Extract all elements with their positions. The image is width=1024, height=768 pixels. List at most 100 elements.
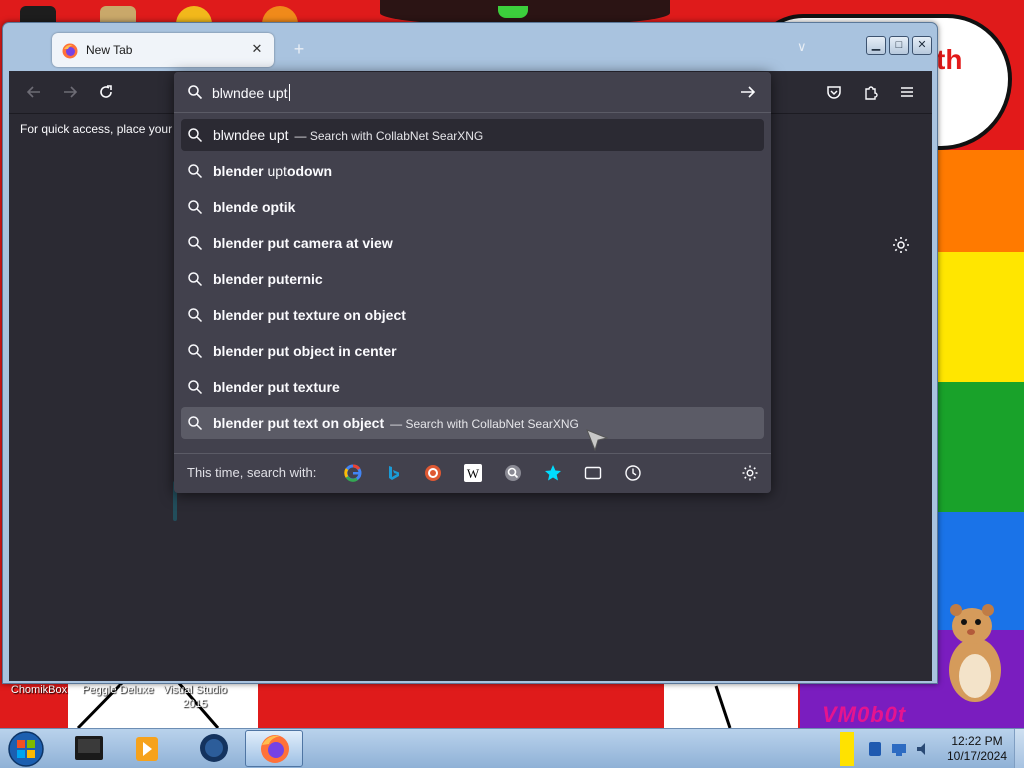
- tab-new-tab[interactable]: New Tab ✕: [52, 33, 274, 67]
- browser-chrome: For quick access, place your b blwndee u…: [9, 71, 932, 681]
- result-suggestion-bold: blende optik: [213, 199, 296, 215]
- search-icon: [188, 416, 203, 431]
- gear-icon[interactable]: [891, 235, 911, 255]
- search-icon: [188, 164, 203, 179]
- history-icon[interactable]: [624, 464, 642, 482]
- pocket-icon: [827, 86, 841, 99]
- urlbar-popup: blwndee upt blwndee upt — Search with Col…: [174, 72, 771, 493]
- bing-icon[interactable]: [384, 464, 402, 482]
- urlbar-input-text: blwndee upt: [212, 85, 288, 101]
- desktop-icon-label[interactable]: Peggle Deluxe: [78, 683, 158, 697]
- tab-strip: New Tab ✕ + ∨ ▁ □ ✕: [9, 29, 933, 73]
- wallpaper-cloud-text: th: [936, 44, 963, 75]
- result-action: — Search with CollabNet SearXNG: [294, 129, 484, 143]
- taskbar-app-globe[interactable]: [185, 730, 243, 767]
- show-desktop-button[interactable]: [1014, 729, 1024, 768]
- wallpaper-green-shape: [498, 6, 528, 18]
- system-tray: 12:22 PM 10/17/2024: [840, 729, 1024, 768]
- urlbar-result-row[interactable]: blender put texture on object: [181, 299, 764, 331]
- app-menu-button[interactable]: [894, 80, 920, 104]
- volume-icon[interactable]: [914, 740, 932, 758]
- search-icon: [188, 236, 203, 251]
- rainbow-stripe-yellow: [938, 252, 1024, 382]
- tray-overflow-tab[interactable]: [840, 732, 854, 766]
- result-suggestion-bold: blender put texture: [213, 379, 340, 395]
- firefox-icon: [261, 735, 289, 763]
- urlbar-result-row[interactable]: blender put object in center: [181, 335, 764, 367]
- google-icon[interactable]: [344, 464, 362, 482]
- result-text: blender puternic: [213, 271, 323, 287]
- minimize-button[interactable]: ▁: [866, 36, 886, 55]
- searxng-icon[interactable]: [504, 464, 522, 482]
- taskbar-app-chomikbox[interactable]: [60, 730, 118, 767]
- extensions-button[interactable]: [858, 80, 884, 104]
- result-text: blender uptodown: [213, 163, 332, 179]
- result-suggestion-bold: blender: [213, 163, 268, 179]
- forward-button[interactable]: [57, 80, 83, 104]
- result-text: blender put text on object — Search with …: [213, 415, 579, 431]
- desktop-icon-label[interactable]: Visual Studio 2015: [158, 683, 232, 711]
- search-icon: [188, 200, 203, 215]
- puzzle-icon: [865, 86, 878, 100]
- result-query: blwndee upt: [213, 127, 289, 143]
- text-caret: [288, 84, 290, 101]
- taskbar: 12:22 PM 10/17/2024: [0, 728, 1024, 768]
- arrow-right-icon: [64, 86, 78, 98]
- wikipedia-icon[interactable]: W: [464, 464, 482, 482]
- result-suggestion-bold: blender put object in center: [213, 343, 397, 359]
- urlbar-result-row[interactable]: blwndee upt — Search with CollabNet SearX…: [181, 119, 764, 151]
- search-icon: [188, 85, 203, 100]
- search-icon: [188, 128, 203, 143]
- urlbar-result-row[interactable]: blende optik: [181, 191, 764, 223]
- chomikbox-icon: [75, 736, 103, 760]
- new-tab-button[interactable]: +: [289, 39, 309, 59]
- taskbar-app-firefox[interactable]: [245, 730, 303, 767]
- tabs-icon[interactable]: [584, 464, 602, 482]
- search-icon: [188, 344, 203, 359]
- one-off-search-bar: This time, search with: W: [174, 453, 771, 493]
- result-text: blende optik: [213, 199, 295, 215]
- urlbar-result-row[interactable]: blender put texture: [181, 371, 764, 403]
- clock[interactable]: 12:22 PM 10/17/2024: [936, 734, 1018, 764]
- urlbar-divider: [174, 112, 771, 113]
- urlbar-result-row[interactable]: blender uptodown: [181, 155, 764, 187]
- go-arrow-icon[interactable]: [739, 84, 757, 100]
- pocket-button[interactable]: [821, 80, 847, 104]
- result-text: blwndee upt — Search with CollabNet SearX…: [213, 127, 483, 143]
- reload-button[interactable]: [93, 80, 119, 104]
- wallpaper-white-panel: [664, 682, 798, 729]
- mouse-cursor-icon: [586, 429, 609, 452]
- tray-shield-icon[interactable]: [866, 740, 884, 758]
- bookmarks-toolbar-hint: For quick access, place your b: [20, 122, 183, 136]
- back-button[interactable]: [21, 80, 47, 104]
- window-caption-buttons: ▁ □ ✕: [866, 36, 932, 56]
- close-window-button[interactable]: ✕: [912, 36, 932, 55]
- result-text: blender put texture: [213, 379, 340, 395]
- one-off-label: This time, search with:: [187, 465, 317, 480]
- bookmarks-icon[interactable]: [544, 464, 562, 482]
- reload-icon: [100, 85, 112, 98]
- urlbar[interactable]: blwndee upt: [174, 72, 771, 112]
- wallpaper-vm-text: VM0b0t: [822, 702, 907, 727]
- result-text: blender put texture on object: [213, 307, 406, 323]
- desktop-icon-label[interactable]: ChomikBox: [6, 683, 72, 697]
- search-settings-gear-icon[interactable]: [741, 464, 759, 482]
- svg-text:W: W: [467, 466, 480, 481]
- result-text: blender put object in center: [213, 343, 397, 359]
- maximize-button[interactable]: □: [889, 36, 909, 55]
- urlbar-input[interactable]: blwndee upt: [212, 84, 290, 101]
- duckduckgo-icon[interactable]: [424, 464, 442, 482]
- list-all-tabs-button[interactable]: ∨: [797, 39, 807, 55]
- start-button[interactable]: [6, 730, 46, 768]
- tab-close-button[interactable]: ✕: [248, 40, 266, 58]
- search-icon: [188, 272, 203, 287]
- urlbar-result-row[interactable]: blender put camera at view: [181, 227, 764, 259]
- network-icon[interactable]: [890, 741, 908, 757]
- media-player-icon: [136, 737, 158, 761]
- taskbar-app-media[interactable]: [118, 730, 176, 767]
- result-suggestion-bold: blender puternic: [213, 271, 323, 287]
- urlbar-result-row[interactable]: blender put text on object — Search with …: [181, 407, 764, 439]
- urlbar-result-row[interactable]: blender puternic: [181, 263, 764, 295]
- firefox-icon: [62, 43, 78, 59]
- result-suggestion-bold: blender put text on object: [213, 415, 385, 431]
